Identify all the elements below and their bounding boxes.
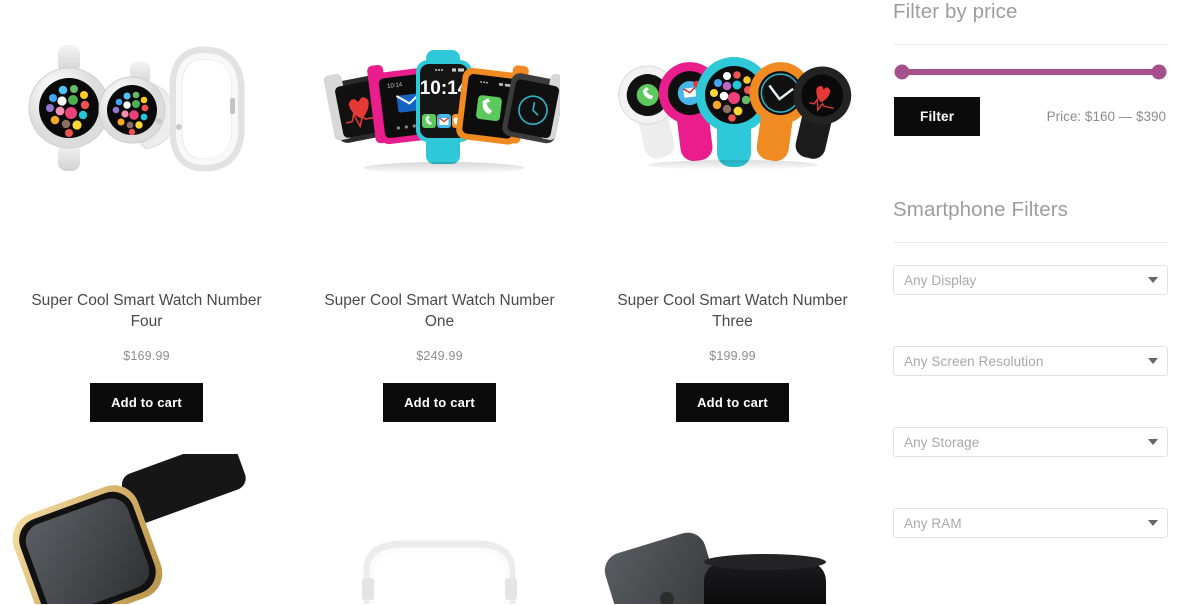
select-storage-label: Any Storage: [904, 434, 980, 450]
add-to-cart-button[interactable]: Add to cart: [90, 382, 203, 422]
product-image-white-round-trio[interactable]: [0, 0, 293, 215]
chevron-down-icon: [1148, 520, 1158, 526]
product-image-gold-black-watch[interactable]: [0, 453, 293, 604]
widget-divider: [893, 242, 1168, 243]
smartphone-filters-title: Smartphone Filters: [893, 198, 1068, 221]
price-range-label: Price: $160 — $390: [1046, 109, 1166, 124]
select-display[interactable]: Any Display: [893, 265, 1168, 295]
select-ram[interactable]: Any RAM: [893, 508, 1168, 538]
product-image-dark-watch-pair[interactable]: [586, 454, 879, 604]
product-grid-row-2: [0, 453, 880, 604]
add-to-cart-wrap: Add to cart: [293, 382, 586, 422]
price-slider-wrap: [893, 45, 1168, 80]
smartphone-filters-widget: Smartphone Filters Any Display Any Scree…: [893, 198, 1168, 538]
select-ram-label: Any RAM: [904, 515, 962, 531]
select-screen-resolution-label: Any Screen Resolution: [904, 353, 1044, 369]
select-display-label: Any Display: [904, 272, 977, 288]
product-image-round-fan[interactable]: [586, 0, 879, 215]
filter-button[interactable]: Filter: [894, 97, 981, 136]
product-card[interactable]: 10:14 10:14 Super Cool Smart Watch Numbe…: [293, 0, 586, 422]
product-price: $249.99: [416, 348, 463, 363]
add-to-cart-button[interactable]: Add to cart: [383, 382, 496, 422]
product-title[interactable]: Super Cool Smart Watch Number Three: [586, 291, 879, 333]
product-image-white-band-watch[interactable]: [293, 454, 586, 604]
product-title[interactable]: Super Cool Smart Watch Number Four: [0, 291, 293, 333]
select-screen-resolution[interactable]: Any Screen Resolution: [893, 346, 1168, 376]
price-range-slider[interactable]: [894, 64, 1167, 80]
add-to-cart-button[interactable]: Add to cart: [676, 382, 789, 422]
product-card[interactable]: Super Cool Smart Watch Number Three $199…: [586, 0, 879, 422]
product-price: $169.99: [123, 348, 170, 363]
price-slider-max-handle[interactable]: [1151, 64, 1167, 80]
product-grid: Super Cool Smart Watch Number Four $169.…: [0, 0, 880, 422]
add-to-cart-wrap: Add to cart: [586, 382, 879, 422]
select-storage[interactable]: Any Storage: [893, 427, 1168, 457]
price-filter-widget: Filter by price Filter Price: $160 — $39…: [893, 0, 1168, 136]
product-grid-area: Super Cool Smart Watch Number Four $169.…: [0, 0, 880, 605]
product-card[interactable]: Super Cool Smart Watch Number Four $169.…: [0, 0, 293, 422]
price-filter-title: Filter by price: [893, 0, 1018, 23]
filter-row: Filter Price: $160 — $390: [893, 97, 1168, 136]
chevron-down-icon: [1148, 277, 1158, 283]
product-image-square-fan[interactable]: 10:14 10:14: [293, 0, 586, 215]
chevron-down-icon: [1148, 358, 1158, 364]
shop-sidebar: Filter by price Filter Price: $160 — $39…: [880, 0, 1200, 605]
chevron-down-icon: [1148, 439, 1158, 445]
price-slider-min-handle[interactable]: [894, 64, 910, 80]
shop-page: Super Cool Smart Watch Number Four $169.…: [0, 0, 1200, 605]
product-title[interactable]: Super Cool Smart Watch Number One: [293, 291, 586, 333]
filter-selects: Any Display Any Screen Resolution Any St…: [893, 265, 1168, 538]
add-to-cart-wrap: Add to cart: [0, 382, 293, 422]
product-price: $199.99: [709, 348, 756, 363]
